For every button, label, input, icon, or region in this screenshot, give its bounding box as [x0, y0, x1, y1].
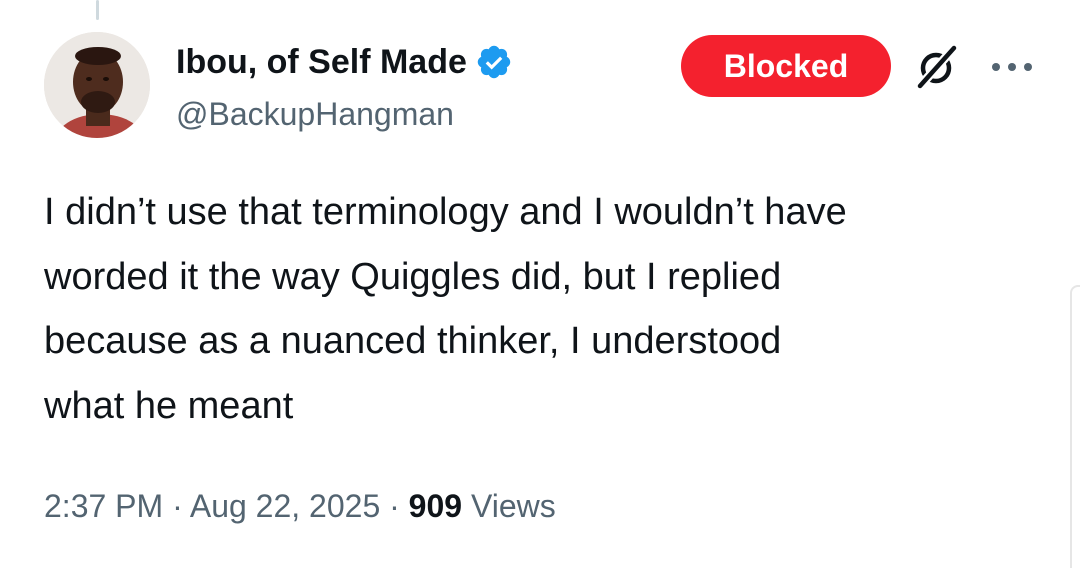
views-count[interactable]: 909 [409, 488, 462, 524]
tweet-metadata: 2:37 PM · Aug 22, 2025 · 909 Views [44, 484, 556, 528]
tweet-text: I didn’t use that terminology and I woul… [44, 180, 1044, 438]
author-name-row[interactable]: Ibou, of Self Made [176, 40, 513, 84]
meta-separator: · [172, 488, 183, 524]
tweet-text-line: because as a nuanced thinker, I understo… [44, 320, 782, 362]
author-handle[interactable]: @BackupHangman [176, 92, 454, 136]
thread-connector-line [96, 0, 99, 20]
tweet-date[interactable]: Aug 22, 2025 [190, 488, 380, 524]
verified-badge-icon [477, 45, 511, 79]
tweet-text-line: what he meant [44, 384, 294, 427]
views-label[interactable]: Views [471, 488, 556, 524]
more-options-icon[interactable] [988, 60, 1036, 74]
tweet-text-line: I didn’t use that terminology and I woul… [44, 191, 847, 233]
avatar[interactable] [44, 32, 150, 138]
grok-icon[interactable] [912, 42, 962, 92]
avatar-image [44, 32, 150, 138]
tweet-time[interactable]: 2:37 PM [44, 488, 163, 524]
author-display-name[interactable]: Ibou, of Self Made [176, 40, 467, 84]
blocked-button[interactable]: Blocked [681, 35, 891, 97]
tweet-text-line: worded it the way Quiggles did, but I re… [44, 255, 782, 298]
meta-separator: · [389, 488, 400, 524]
side-panel-edge [1070, 285, 1080, 568]
